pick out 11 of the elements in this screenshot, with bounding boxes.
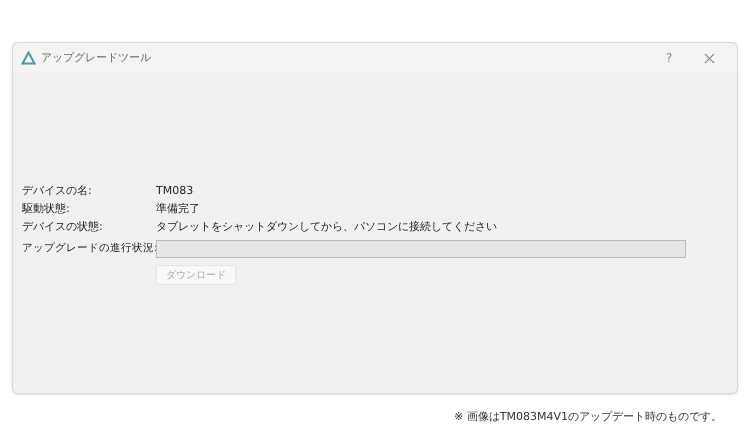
field-label: デバイスの名:	[22, 182, 93, 199]
field-value: 準備完了	[156, 200, 200, 217]
window-title: アップグレードツール	[41, 50, 151, 66]
field-label: デバイスの状態:	[22, 218, 104, 235]
field-label: 駆動状態:	[22, 200, 71, 217]
image-caption: ※ 画像はTM083M4V1のアップデート時のものです。	[454, 409, 722, 425]
help-button[interactable]: ?	[649, 49, 689, 67]
close-icon	[704, 52, 714, 64]
field-value: タブレットをシャットダウンしてから、パソコンに接続してください	[156, 218, 497, 235]
triangle-logo-icon	[21, 51, 36, 65]
field-value: TM083	[156, 182, 194, 199]
